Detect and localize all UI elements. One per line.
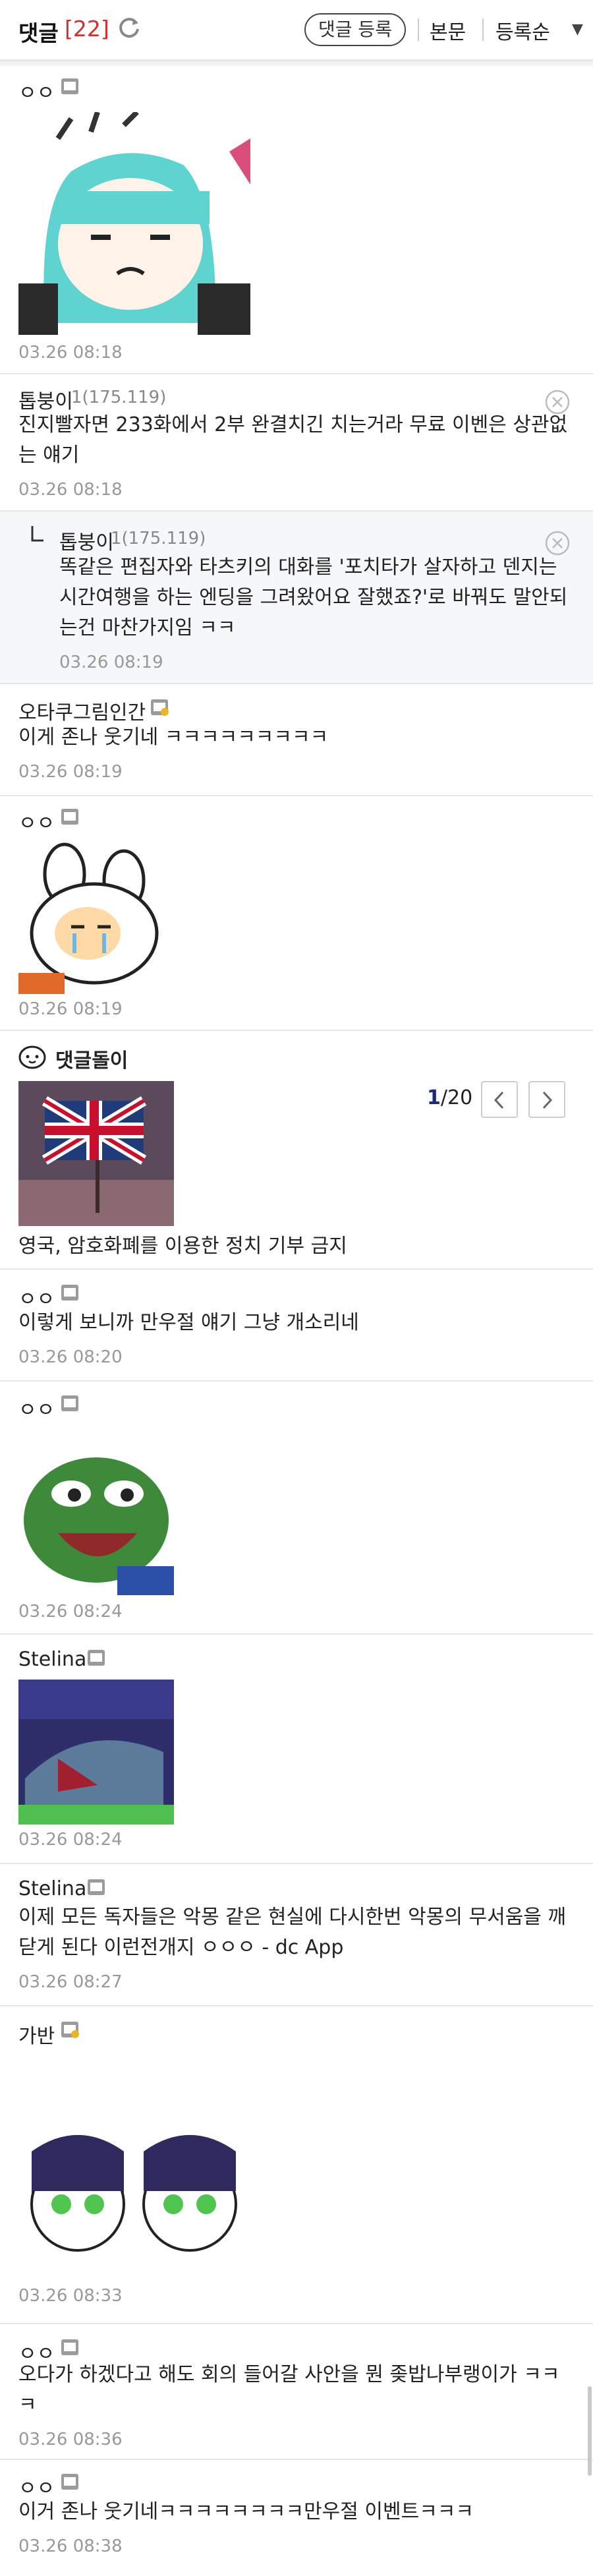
comment-text: ㅋ bbox=[18, 2393, 37, 2416]
comment-nick[interactable]: 가반 bbox=[18, 2020, 55, 2049]
comment-text: 닫게 된다 이런전개지 ㅇㅇㅇ - dc App bbox=[18, 1936, 344, 1959]
ad-block: 댓글돌이 1/20 영국, 암호화폐를 이용한 정치 기부 금지 bbox=[0, 1031, 593, 1270]
comment-time: 03.26 08:19 bbox=[59, 653, 163, 672]
fixed-nick-icon bbox=[61, 2474, 78, 2490]
comment-item: 가반 03.26 08:33 bbox=[0, 2006, 593, 2324]
comment-item: ㅇㅇ 이렇게 보니까 만우절 얘기 그냥 개소리네 03.26 08:20 bbox=[0, 1270, 593, 1382]
comment-time: 03.26 08:38 bbox=[18, 2536, 123, 2556]
comment-item: ㅇㅇ 오다가 하겠다고 해도 회의 들어갈 사안을 뭔 좆밥나부랭이가 ㅋㅋ ㅋ… bbox=[0, 2324, 593, 2460]
divider bbox=[418, 18, 419, 41]
ad-prev-button[interactable] bbox=[481, 1081, 518, 1118]
comment-ip: 1(175.119) bbox=[71, 388, 167, 407]
comment-text: 진지빨자면 233화에서 2부 완결치긴 치는거라 무료 이벤은 상관없 bbox=[18, 413, 568, 436]
comment-item: ㅇㅇ 03.26 08:24 bbox=[0, 1382, 593, 1635]
comment-nick[interactable]: Stelina bbox=[18, 1877, 86, 1900]
scrollbar[interactable] bbox=[588, 2386, 592, 2476]
fixed-nick-icon bbox=[61, 809, 78, 825]
comment-nick[interactable]: 톱붕이 bbox=[59, 526, 114, 555]
divider bbox=[482, 18, 484, 41]
bunny-dccon-image bbox=[18, 841, 167, 994]
comment-time: 03.26 08:20 bbox=[18, 1347, 123, 1367]
chevron-down-icon[interactable]: ▼ bbox=[572, 21, 583, 38]
comment-nick[interactable]: ㅇㅇ bbox=[18, 76, 55, 105]
fixed-nick-icon bbox=[88, 1650, 105, 1666]
comment-ip: 1(175.119) bbox=[111, 529, 206, 548]
chevron-left-icon bbox=[494, 1091, 504, 1109]
comment-item: Stelina 이제 모든 독자들은 악몽 같은 현실에 다시한번 악몽의 무서… bbox=[0, 1864, 593, 2006]
comment-count: [22] bbox=[65, 16, 109, 42]
comment-time: 03.26 08:19 bbox=[18, 999, 123, 1019]
comment-text: 이제 모든 독자들은 악몽 같은 현실에 다시한번 악몽의 무서움을 깨 bbox=[18, 1906, 567, 1929]
comment-time: 03.26 08:18 bbox=[18, 480, 123, 500]
comment-time: 03.26 08:24 bbox=[18, 1602, 123, 1622]
pepe-dccon-image bbox=[18, 1448, 174, 1595]
comment-header: 댓글 [22] 댓글 등록 본문 등록순 ▼ bbox=[0, 0, 593, 61]
comment-item: 오타쿠그림인간 이게 존나 웃기네 ㅋㅋㅋㅋㅋㅋㅋㅋㅋ 03.26 08:19 bbox=[0, 684, 593, 796]
ad-label: 댓글돌이 bbox=[55, 1049, 128, 1072]
ad-pager: 1/20 bbox=[427, 1086, 472, 1109]
comment-nick[interactable]: 오타쿠그림인간 bbox=[18, 696, 146, 725]
reply-arrow-icon bbox=[31, 526, 43, 542]
body-link[interactable]: 본문 bbox=[430, 16, 466, 45]
header-shadow bbox=[0, 61, 593, 69]
comment-item: 톱붕이 1(175.119) 진지빨자면 233화에서 2부 완결치긴 치는거라… bbox=[0, 374, 593, 512]
comment-text: 는건 마찬가지임 ㅋㅋ bbox=[59, 616, 236, 639]
comment-nick[interactable]: ㅇㅇ bbox=[18, 1393, 55, 1422]
ad-title[interactable]: 영국, 암호화폐를 이용한 정치 기부 금지 bbox=[18, 1231, 347, 1262]
comment-time: 03.26 08:33 bbox=[18, 2286, 123, 2306]
comment-time: 03.26 08:19 bbox=[18, 762, 123, 782]
comment-time: 03.26 08:24 bbox=[18, 1830, 123, 1850]
comment-item: ㅇㅇ 이거 존나 웃기네ㅋㅋㅋㅋㅋㅋㅋㅋ만우절 이벤트ㅋㅋㅋ 03.26 08:… bbox=[0, 2460, 593, 2576]
comment-text: 시간여행을 하는 엔딩을 그려왔어요 잘했죠?'로 바꿔도 말안되 bbox=[59, 586, 568, 609]
twin-characters-dccon-image bbox=[18, 2125, 250, 2286]
shark-dccon-image bbox=[18, 1680, 174, 1825]
fixed-nick-icon bbox=[61, 2022, 79, 2038]
ad-page-total: /20 bbox=[440, 1086, 473, 1109]
fixed-nick-icon bbox=[61, 78, 78, 94]
fixed-nick-icon bbox=[88, 1879, 105, 1895]
chevron-right-icon bbox=[542, 1091, 553, 1109]
comment-text: 는 얘기 bbox=[18, 444, 80, 467]
comment-text: 오다가 하겠다고 해도 회의 들어갈 사안을 뭔 좆밥나부랭이가 ㅋㅋ bbox=[18, 2363, 560, 2386]
register-comment-button[interactable]: 댓글 등록 bbox=[304, 13, 406, 46]
sort-dropdown[interactable]: 등록순 bbox=[495, 16, 550, 45]
comment-title: 댓글 bbox=[18, 20, 59, 46]
comment-bot-icon bbox=[18, 1045, 46, 1069]
fixed-nick-icon bbox=[151, 699, 169, 716]
comment-time: 03.26 08:36 bbox=[18, 2430, 123, 2449]
comment-time: 03.26 08:27 bbox=[18, 1972, 123, 1992]
ad-thumbnail-image[interactable] bbox=[18, 1081, 174, 1226]
comment-time: 03.26 08:18 bbox=[18, 343, 123, 363]
comment-text: 이게 존나 웃기네 ㅋㅋㅋㅋㅋㅋㅋㅋㅋ bbox=[18, 726, 329, 749]
refresh-icon[interactable] bbox=[116, 15, 142, 41]
comment-item: Stelina 03.26 08:24 bbox=[0, 1635, 593, 1864]
fixed-nick-icon bbox=[61, 1395, 78, 1411]
comment-item: ㅇㅇ 03.26 08:18 bbox=[0, 69, 593, 374]
fixed-nick-icon bbox=[61, 1285, 78, 1301]
ad-page-current: 1 bbox=[427, 1086, 441, 1109]
miku-dccon-image bbox=[18, 112, 250, 335]
comment-text: 똑같은 편집자와 타츠키의 대화를 '포치타가 살자하고 덴지는 bbox=[59, 556, 557, 579]
fixed-nick-icon bbox=[61, 2339, 78, 2355]
ad-next-button[interactable] bbox=[528, 1081, 565, 1118]
comment-text: 이거 존나 웃기네ㅋㅋㅋㅋㅋㅋㅋㅋ만우절 이벤트ㅋㅋㅋ bbox=[18, 2500, 474, 2523]
comment-nick[interactable]: Stelina bbox=[18, 1648, 86, 1671]
comment-text: 이렇게 보니까 만우절 얘기 그냥 개소리네 bbox=[18, 1311, 359, 1334]
comment-item: ㅇㅇ 03.26 08:19 bbox=[0, 796, 593, 1031]
reply-item: 톱붕이 1(175.119) 똑같은 편집자와 타츠키의 대화를 '포치타가 살… bbox=[0, 512, 593, 684]
comment-nick[interactable]: ㅇㅇ bbox=[18, 807, 55, 836]
